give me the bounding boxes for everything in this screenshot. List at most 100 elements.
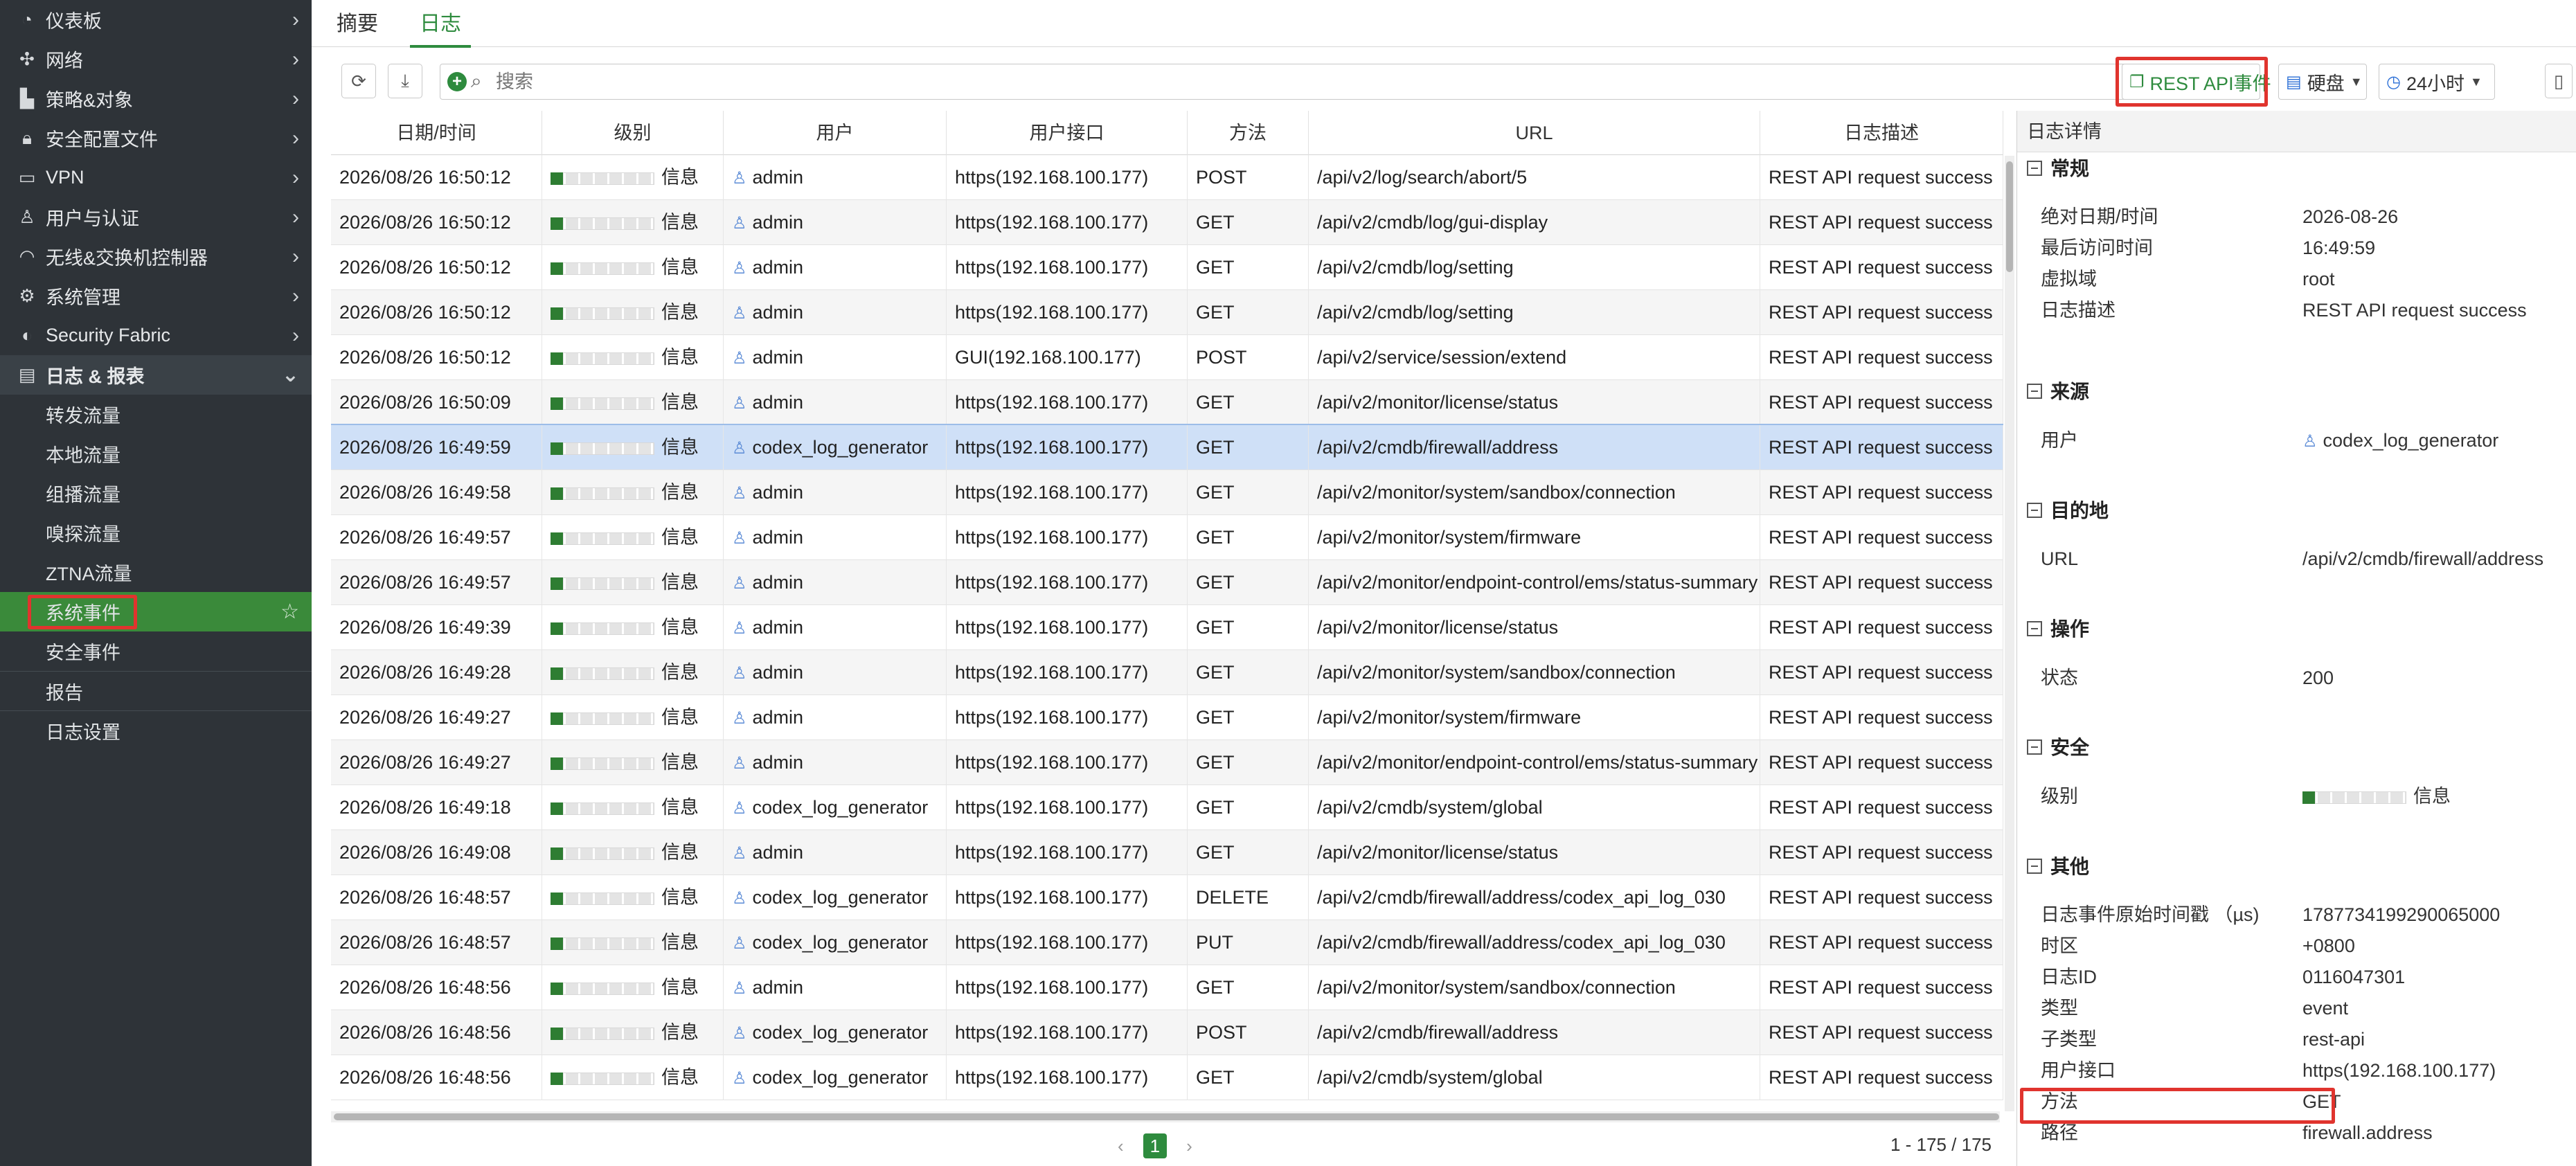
cell-text: 信息 (661, 662, 699, 683)
detail-section-header[interactable]: 常规 (2027, 155, 2089, 183)
collapse-icon[interactable] (2027, 739, 2042, 755)
table-row[interactable]: 2026/08/26 16:49:59 信息 ♙ codex_log_generato… (331, 424, 2003, 472)
sidebar-subitem[interactable]: 日志设置 (0, 710, 312, 750)
table-row[interactable]: 2026/08/26 16:50:12 信息 ♙ admin https(192.168… (331, 245, 2003, 290)
sidebar-subitem[interactable]: 本地流量 (0, 434, 312, 474)
table-row[interactable]: 2026/08/26 16:48:56 信息 ♙ codex_log_generato… (331, 1010, 2003, 1055)
tab-summary[interactable]: 摘要 (337, 7, 378, 42)
prev-page-icon[interactable]: ‹ (1118, 1136, 1124, 1157)
cell-text: admin (752, 707, 804, 728)
sidebar-item[interactable]: ◔ 仪表板 › (0, 0, 312, 39)
sidebar-subitem[interactable]: 报告 (0, 671, 312, 710)
column-header[interactable]: 用户 (724, 111, 947, 155)
detail-value: 0116047301 (2302, 962, 2405, 992)
detail-section-header[interactable]: 其他 (2027, 853, 2089, 881)
sidebar: ◔ 仪表板 › ✣ 网络 › ▙ 策略&对象 › 🔒︎ 安全配置文件 › ▭ VPN › ♙ 用户与认证 › ◠ 无线… (0, 0, 312, 1166)
collapse-icon[interactable] (2027, 383, 2042, 399)
table-row[interactable]: 2026/08/26 16:50:12 信息 ♙ admin https(192.168… (331, 155, 2003, 200)
table-row[interactable]: 2026/08/26 16:48:56 信息 ♙ codex_log_generato… (331, 1055, 2003, 1100)
add-filter-icon[interactable]: + (447, 72, 467, 91)
column-header[interactable]: 日志描述 (1760, 111, 2003, 155)
table-row[interactable]: 2026/08/26 16:50:12 信息 ♙ admin GUI(192.168.1… (331, 335, 2003, 380)
refresh-button[interactable]: ⟳ (341, 64, 376, 98)
column-header[interactable]: 方法 (1188, 111, 1309, 155)
table-cell: /api/v2/monitor/license/status (1309, 380, 1760, 425)
column-header[interactable]: 用户接口 (947, 111, 1188, 155)
level-bar (551, 712, 654, 725)
download-button[interactable]: ⤓ (388, 64, 422, 98)
table-row[interactable]: 2026/08/26 16:49:27 信息 ♙ admin https(192.168… (331, 740, 2003, 785)
column-header[interactable]: URL (1309, 111, 1760, 155)
table-row[interactable]: 2026/08/26 16:49:39 信息 ♙ admin https(192.168… (331, 605, 2003, 650)
level-bar-fill (551, 397, 563, 410)
table-row[interactable]: 2026/08/26 16:49:28 信息 ♙ admin https(192.168… (331, 650, 2003, 695)
panel-toggle-button[interactable]: ▯ (2545, 64, 2573, 98)
table-row[interactable]: 2026/08/26 16:49:18 信息 ♙ codex_log_generato… (331, 785, 2003, 830)
table-row[interactable]: 2026/08/26 16:50:12 信息 ♙ admin https(192.168… (331, 290, 2003, 335)
user-icon: ♙ (732, 799, 747, 818)
next-page-icon[interactable]: › (1186, 1136, 1192, 1157)
vertical-scrollbar[interactable] (2005, 156, 2014, 1111)
sidebar-subitem[interactable]: ZTNA流量 (0, 553, 312, 592)
search-box[interactable]: + ⌕ ⌕ (440, 64, 2209, 100)
collapse-icon[interactable] (2027, 620, 2042, 636)
table-row[interactable]: 2026/08/26 16:48:57 信息 ♙ codex_log_generato… (331, 875, 2003, 920)
column-header[interactable]: 日期/时间 (331, 111, 542, 155)
cell-text: /api/v2/monitor/system/firmware (1317, 527, 1582, 548)
sidebar-item-label: Security Fabric (46, 325, 171, 346)
time-range-dropdown[interactable]: ◷ 24小时 ▼ (2379, 64, 2495, 100)
star-icon[interactable]: ☆ (280, 600, 299, 624)
table-cell: 信息 (542, 560, 724, 605)
column-header[interactable]: 级别 (542, 111, 724, 155)
sidebar-item[interactable]: ✣ 网络 › (0, 39, 312, 79)
level-bar (551, 532, 654, 545)
collapse-icon[interactable] (2027, 160, 2042, 176)
detail-value: /api/v2/cmdb/firewall/address (2302, 544, 2543, 574)
table-row[interactable]: 2026/08/26 16:50:09 信息 ♙ admin https(192.168… (331, 380, 2003, 425)
cell-text: REST API request success (1769, 707, 1993, 728)
sidebar-item[interactable]: ▭ VPN › (0, 158, 312, 197)
tab-log[interactable]: 日志 (410, 7, 471, 48)
cell-text: 信息 (661, 932, 699, 953)
sidebar-subitem[interactable]: 嗅探流量 (0, 513, 312, 553)
sidebar-item[interactable]: ▤ 日志 & 报表 ⌄ (0, 355, 312, 395)
cell-text: admin (752, 392, 804, 413)
table-row[interactable]: 2026/08/26 16:49:57 信息 ♙ admin https(192.168… (331, 560, 2003, 605)
table-row[interactable]: 2026/08/26 16:48:56 信息 ♙ admin https(192.168… (331, 965, 2003, 1010)
horizontal-scrollbar[interactable] (331, 1111, 2000, 1122)
table-cell: GET (1188, 245, 1309, 290)
detail-section-header[interactable]: 操作 (2027, 616, 2089, 643)
sidebar-item[interactable]: ♙ 用户与认证 › (0, 197, 312, 237)
sidebar-item[interactable]: ◐ Security Fabric › (0, 316, 312, 355)
search-input[interactable] (494, 69, 2087, 95)
sidebar-item[interactable]: ▙ 策略&对象 › (0, 79, 312, 118)
scrollbar-thumb[interactable] (334, 1113, 1999, 1120)
scrollbar-thumb[interactable] (2006, 161, 2013, 272)
level-bar-track (551, 487, 654, 500)
sidebar-item[interactable]: 🔒︎ 安全配置文件 › (0, 118, 312, 158)
collapse-icon[interactable] (2027, 502, 2042, 518)
sidebar-subitem[interactable]: 安全事件 (0, 631, 312, 671)
table-cell: ♙ codex_log_generator (724, 785, 947, 830)
table-row[interactable]: 2026/08/26 16:49:27 信息 ♙ admin https(192.168… (331, 695, 2003, 740)
cell-text: GET (1196, 752, 1235, 773)
detail-section-header[interactable]: 目的地 (2027, 497, 2109, 525)
table-row[interactable]: 2026/08/26 16:49:08 信息 ♙ admin https(192.168… (331, 830, 2003, 875)
sidebar-subitem[interactable]: 组播流量 (0, 474, 312, 513)
sidebar-subitem[interactable]: 转发流量 (0, 395, 312, 434)
sidebar-item[interactable]: ◠ 无线&交换机控制器 › (0, 237, 312, 276)
sidebar-item[interactable]: ⚙ 系统管理 › (0, 276, 312, 316)
sidebar-subitem[interactable]: 系统事件 ☆ (0, 592, 312, 631)
detail-section-header[interactable]: 安全 (2027, 734, 2089, 762)
table-row[interactable]: 2026/08/26 16:49:58 信息 ♙ admin https(192.168… (331, 470, 2003, 515)
table-row[interactable]: 2026/08/26 16:48:57 信息 ♙ codex_log_generato… (331, 920, 2003, 965)
current-page[interactable]: 1 (1143, 1133, 1168, 1158)
user-icon: ♙ (732, 574, 747, 593)
table-row[interactable]: 2026/08/26 16:49:57 信息 ♙ admin https(192.168… (331, 515, 2003, 560)
detail-value: REST API request success (2302, 295, 2527, 325)
table-row[interactable]: 2026/08/26 16:50:12 信息 ♙ admin https(192.168… (331, 200, 2003, 245)
collapse-icon[interactable] (2027, 858, 2042, 874)
detail-section-header[interactable]: 来源 (2027, 378, 2089, 406)
storage-dropdown[interactable]: ▤ 硬盘 ▼ (2278, 64, 2367, 100)
table-cell: https(192.168.100.177) (947, 740, 1188, 785)
